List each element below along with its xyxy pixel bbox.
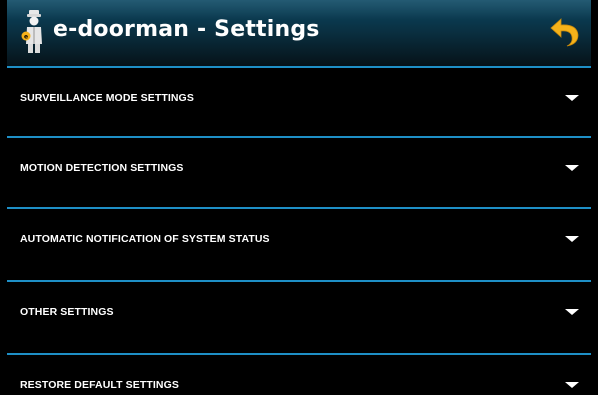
chevron-down-icon: [565, 95, 579, 101]
settings-item-motion-detection[interactable]: MOTION DETECTION SETTINGS: [7, 136, 591, 207]
settings-item-label: AUTOMATIC NOTIFICATION OF SYSTEM STATUS: [20, 233, 270, 245]
settings-screen: e e-doorman - Settings SURVEILLANCE MODE…: [0, 0, 598, 395]
settings-item-surveillance-mode[interactable]: SURVEILLANCE MODE SETTINGS: [7, 66, 591, 136]
doorman-icon: e: [21, 10, 42, 53]
svg-text:e: e: [24, 34, 28, 41]
chevron-down-icon: [565, 382, 579, 388]
settings-item-label: SURVEILLANCE MODE SETTINGS: [20, 92, 194, 104]
header-bar: e e-doorman - Settings: [7, 0, 591, 66]
settings-item-restore-defaults[interactable]: RESTORE DEFAULT SETTINGS: [7, 353, 591, 395]
settings-item-label: RESTORE DEFAULT SETTINGS: [20, 379, 179, 391]
back-button[interactable]: [548, 15, 582, 49]
page-title: e-doorman - Settings: [53, 17, 320, 42]
settings-list: SURVEILLANCE MODE SETTINGS MOTION DETECT…: [7, 66, 591, 395]
chevron-down-icon: [565, 165, 579, 171]
settings-item-label: OTHER SETTINGS: [20, 306, 114, 318]
chevron-down-icon: [565, 236, 579, 242]
settings-item-other[interactable]: OTHER SETTINGS: [7, 280, 591, 353]
undo-arrow-icon: [550, 18, 579, 47]
settings-item-label: MOTION DETECTION SETTINGS: [20, 162, 184, 174]
chevron-down-icon: [565, 309, 579, 315]
settings-item-automatic-notification[interactable]: AUTOMATIC NOTIFICATION OF SYSTEM STATUS: [7, 207, 591, 280]
